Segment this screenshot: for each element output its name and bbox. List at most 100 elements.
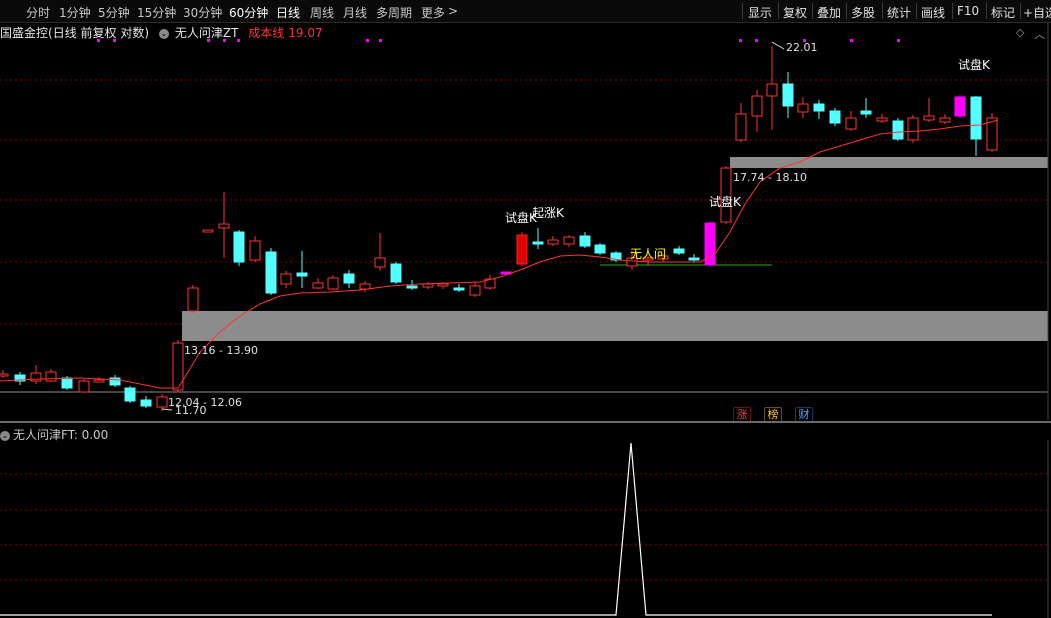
signal-dot [207,39,210,42]
divider [916,3,917,19]
zone-mid-label: 13.16 - 13.90 [184,344,258,357]
candle [124,387,136,402]
signal-dot [237,39,240,42]
candle [140,399,152,407]
candle [594,244,606,254]
support-zone-mid [182,311,1048,341]
period-tab-1min[interactable]: 1分钟 [59,4,91,21]
candle [93,379,105,383]
period-tab-timeshare[interactable]: 分时 [26,4,50,21]
candle [453,287,465,291]
candle [563,236,575,245]
period-toolbar: 分时 1分钟 5分钟 15分钟 30分钟 60分钟 日线 周线 月线 多周期 更… [0,0,1051,23]
divider [986,3,987,19]
candle [422,283,434,288]
candle [359,283,371,290]
sub-indicator-line [0,442,992,616]
period-tab-30min[interactable]: 30分钟 [183,4,222,21]
divider [846,3,847,19]
candle [923,115,935,121]
candle [970,96,982,140]
divider [778,3,779,19]
f10-button[interactable]: F10 [957,4,979,18]
candle [109,377,121,386]
candle [233,231,245,263]
candle [813,103,825,112]
candle [845,117,857,130]
candle [280,273,292,285]
price-chart: 22.01 11.70 12.04 - 12.06 13.16 - 13.90 … [0,22,1049,420]
candle [782,83,794,107]
wurenwen-label: 无人问 [630,247,666,261]
period-tab-more[interactable]: 更多 [421,4,445,21]
candle [296,272,308,277]
sub-indicator-chart [0,440,1049,618]
candle [156,396,168,408]
candle [218,223,230,229]
period-tab-daily[interactable]: 日线 [276,4,300,21]
restore-rights-button[interactable]: 复权 [783,4,807,21]
multi-stock-button[interactable]: 多股 [851,4,875,21]
candle [751,95,763,117]
candle [688,257,700,261]
arrow-icon [771,41,785,50]
candle [907,117,919,141]
candle [45,371,57,382]
divider [952,3,953,19]
candle [0,373,9,377]
candle [343,273,355,284]
period-tab-multi[interactable]: 多周期 [376,4,412,21]
display-button[interactable]: 显示 [748,4,772,21]
divider [882,3,883,19]
pane-divider[interactable] [0,421,1051,423]
zone-high-label: 17.74 - 18.10 [733,171,807,184]
period-tab-60min[interactable]: 60分钟 [229,4,268,21]
signal-dot [223,39,226,42]
candle [265,251,277,294]
candle [249,240,261,261]
signal-dot [113,39,116,42]
candle [829,110,841,124]
trial-k-label-3: 试盘K [958,57,991,72]
candle [312,282,324,289]
candle [892,120,904,140]
candle [797,103,809,113]
signal-dot [379,39,382,42]
chevron-right-icon[interactable]: > [448,4,458,18]
candle [516,234,528,265]
period-tab-weekly[interactable]: 周线 [310,4,334,21]
candle [939,117,951,123]
signal-dot [755,39,758,42]
draw-line-button[interactable]: 画线 [921,4,945,21]
collapse-icon[interactable]: ⌄ [0,430,10,441]
arrow-icon [161,408,173,411]
support-zone-high [730,157,1048,168]
candle [673,248,685,254]
period-tab-15min[interactable]: 15分钟 [137,4,176,21]
period-tab-monthly[interactable]: 月线 [343,4,367,21]
overlay-button[interactable]: 叠加 [817,4,841,21]
candle [532,241,544,245]
candle [579,235,591,247]
statistics-button[interactable]: 统计 [887,4,911,21]
period-tab-5min[interactable]: 5分钟 [98,4,130,21]
add-watchlist-button[interactable]: +自选 [1023,4,1051,21]
rise-k-label: 起涨K [532,205,565,220]
candle [735,113,747,141]
signal-dot [739,39,742,42]
mark-button[interactable]: 标记 [991,4,1015,21]
signal-dot [366,39,369,42]
candle [469,285,481,296]
candle [61,377,73,389]
candle [374,257,386,268]
candle [860,110,872,115]
trial-k-label-2: 试盘K [709,194,742,209]
signal-dot [97,39,100,42]
candle [202,229,214,233]
signal-dot [850,39,853,42]
candle [187,287,199,312]
high-price-label: 22.01 [786,41,818,54]
divider [742,3,743,19]
zone-low-label: 12.04 - 12.06 [168,396,242,409]
candle [876,117,888,122]
